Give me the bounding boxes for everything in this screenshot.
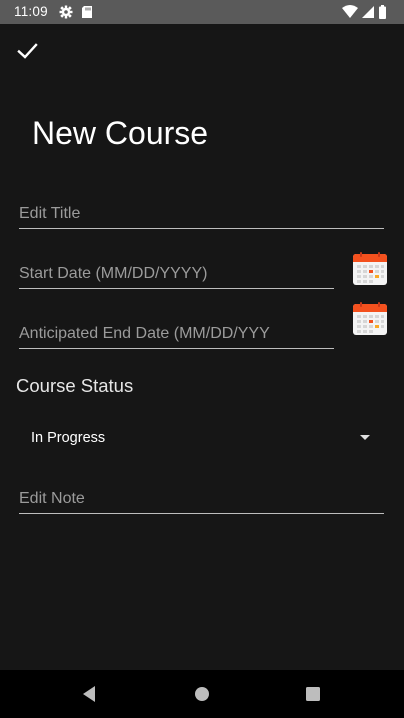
course-status-selected: In Progress: [31, 430, 106, 446]
sd-card-icon: [82, 6, 92, 18]
check-icon: [17, 43, 38, 59]
gear-icon: [59, 5, 73, 19]
status-left-icons: [59, 5, 92, 19]
battery-icon: [379, 5, 386, 19]
navigation-bar: [0, 670, 404, 718]
title-field[interactable]: [19, 197, 384, 229]
recents-button[interactable]: [301, 682, 325, 706]
start-date-field[interactable]: [19, 257, 334, 289]
note-field[interactable]: [19, 482, 384, 514]
calendar-icon: [353, 302, 387, 335]
back-button[interactable]: [78, 682, 102, 706]
save-check-button[interactable]: [14, 37, 42, 65]
home-button[interactable]: [190, 682, 214, 706]
start-date-input[interactable]: [19, 265, 334, 283]
dropdown-arrow-icon: [360, 435, 370, 440]
calendar-icon: [353, 252, 387, 285]
end-date-input[interactable]: [19, 325, 334, 343]
new-course-screen: 11:09 New Course Edit Title Start Date (…: [0, 0, 404, 718]
end-date-field[interactable]: [19, 317, 334, 349]
page-title: New Course: [32, 115, 209, 151]
note-input[interactable]: [19, 490, 384, 508]
course-status-label: Course Status: [16, 375, 134, 396]
title-input[interactable]: [19, 205, 384, 223]
recents-icon: [306, 687, 320, 701]
start-date-picker-button[interactable]: [352, 252, 388, 286]
course-status-dropdown[interactable]: In Progress: [16, 420, 384, 456]
status-bar: 11:09: [0, 0, 404, 24]
status-time: 11:09: [14, 4, 48, 19]
home-icon: [195, 687, 209, 701]
back-icon: [83, 686, 95, 702]
status-right-icons: [342, 5, 386, 19]
end-date-picker-button[interactable]: [352, 302, 388, 336]
cell-signal-icon: [362, 6, 374, 18]
wifi-icon: [342, 5, 358, 18]
